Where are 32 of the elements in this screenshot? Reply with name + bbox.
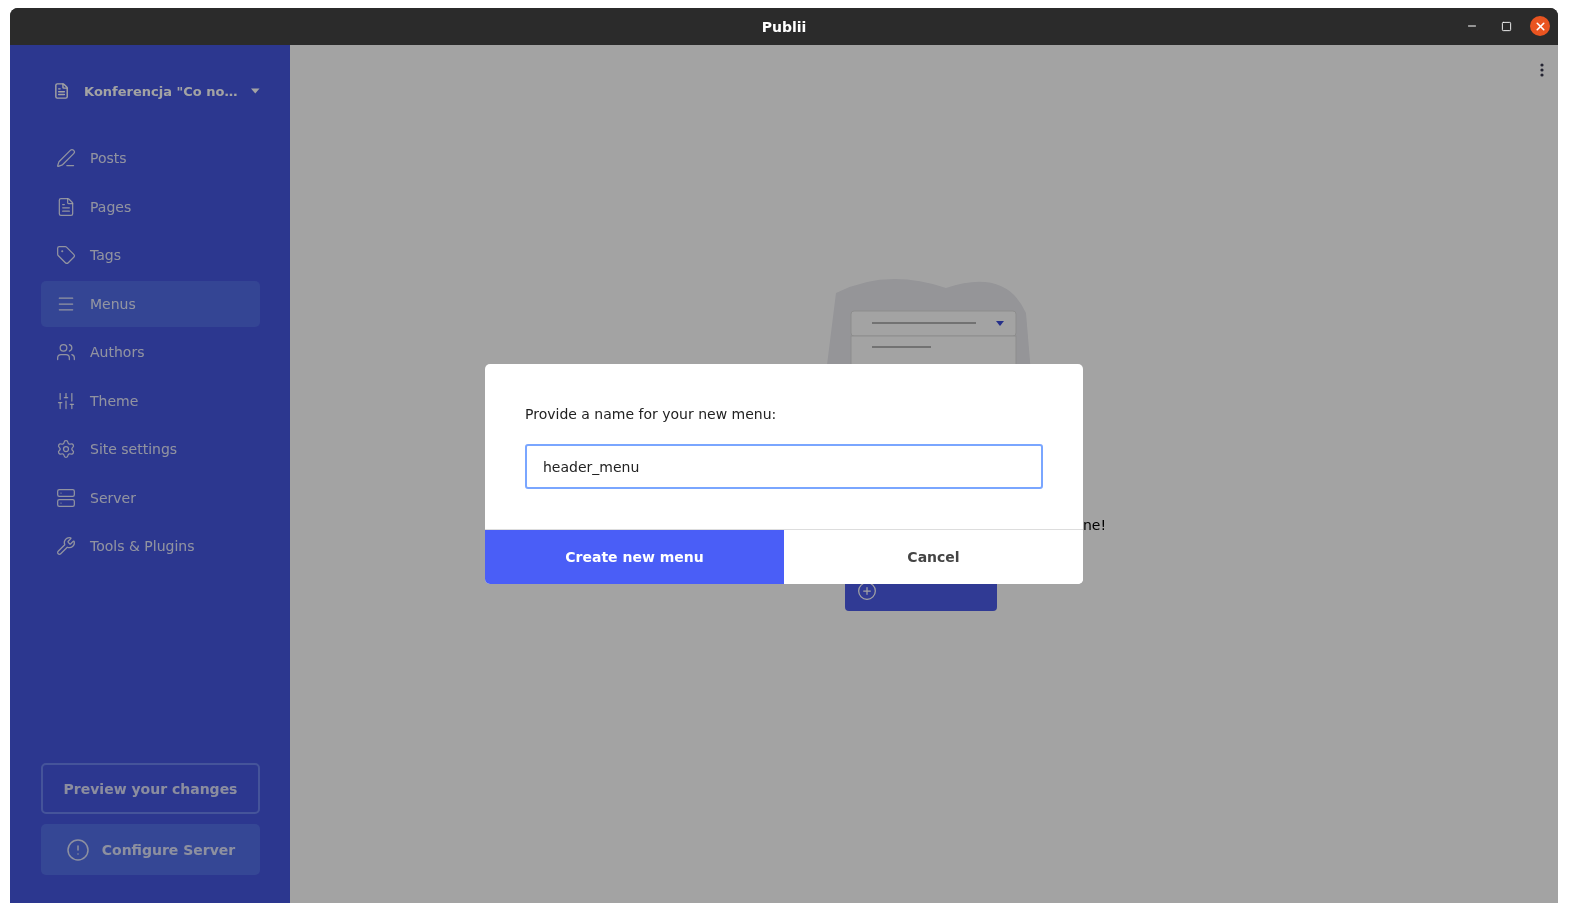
sidebar-item[interactable]: Pages <box>41 183 260 230</box>
sidebar-item[interactable]: Theme <box>41 377 260 424</box>
more-options-button[interactable] <box>1540 63 1544 77</box>
more-icon <box>1540 63 1544 77</box>
create-button[interactable]: Create new menu <box>485 530 784 584</box>
input-field[interactable]: header_menu <box>525 444 1043 489</box>
tag-icon <box>56 245 76 265</box>
site-selector[interactable]: Konferencja "Co no… <box>41 81 260 101</box>
users-icon <box>56 342 76 362</box>
sliders-icon <box>56 390 76 411</box>
document-icon <box>56 196 76 217</box>
sidebar-item[interactable]: Posts <box>41 135 260 181</box>
sidebar-item[interactable]: Server <box>41 474 260 521</box>
plus-icon <box>857 581 877 601</box>
sidebar-item[interactable]: Tools & Plugins <box>41 523 260 569</box>
sidebar-item[interactable]: Site settings <box>41 426 260 472</box>
alert-icon <box>65 837 90 862</box>
preview-button[interactable]: Preview your changes <box>41 763 260 814</box>
caret-icon <box>251 88 260 94</box>
close-icon <box>1533 19 1547 33</box>
window-title: Publii <box>761 18 807 35</box>
maximize-icon <box>1500 20 1512 32</box>
close-button[interactable] <box>1530 16 1550 36</box>
sidebar-item[interactable]: Tags <box>41 232 260 278</box>
settings-icon <box>56 439 76 459</box>
sidebar-item[interactable]: Authors <box>41 329 260 375</box>
empty-message: ne! <box>1082 517 1106 533</box>
server-icon <box>56 487 76 508</box>
document-icon <box>53 81 71 101</box>
pen-icon <box>56 148 76 168</box>
dialog-label: Provide a name for your new menu: <box>525 406 778 422</box>
wrench-icon <box>56 536 76 556</box>
